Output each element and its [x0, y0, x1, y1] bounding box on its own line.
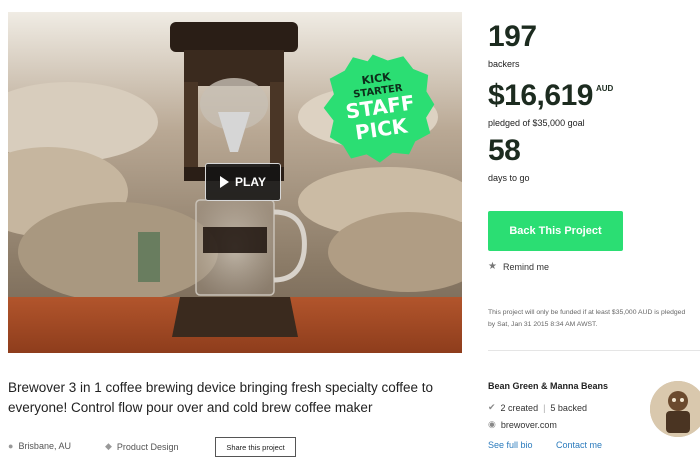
see-full-bio-link[interactable]: See full bio — [488, 440, 533, 450]
stats-separator: | — [543, 402, 546, 413]
check-circle-icon: ✔ — [488, 402, 496, 412]
project-video[interactable]: KICK STARTER STAFF PICK PLAY — [8, 12, 462, 353]
creator-stats: ✔ 2 created | 5 backed — [488, 402, 587, 413]
project-blurb: Brewover 3 in 1 coffee brewing device br… — [8, 380, 433, 415]
location-label: Brisbane, AU — [18, 441, 71, 451]
play-button[interactable]: PLAY — [205, 163, 281, 201]
backers-count: 197 — [488, 20, 537, 53]
globe-icon: ◉ — [488, 419, 496, 429]
back-project-button[interactable]: Back This Project — [488, 211, 623, 251]
creator-backed: 5 backed — [550, 402, 587, 413]
days-count: 58 — [488, 134, 521, 167]
pledged-amount: $16,619 — [488, 79, 593, 112]
remind-label: Remind me — [502, 261, 549, 272]
pledged-label: pledged of $35,000 goal — [488, 118, 585, 128]
days-label: days to go — [488, 173, 530, 183]
creator-created: 2 created — [500, 402, 539, 413]
avatar-image — [650, 381, 700, 437]
divider — [488, 350, 700, 351]
star-icon: ★ — [488, 261, 497, 272]
contact-me-link[interactable]: Contact me — [556, 440, 602, 450]
pledged-amount-wrap: $16,619 AUD — [488, 79, 613, 113]
location-link[interactable]: ● Brisbane, AU — [8, 441, 71, 451]
creator-avatar[interactable] — [650, 381, 700, 437]
funding-note: This project will only be funded if at l… — [488, 309, 686, 328]
creator-name[interactable]: Bean Green & Manna Beans — [488, 381, 608, 391]
play-label: PLAY — [235, 175, 266, 189]
play-icon — [220, 176, 230, 188]
share-project-button[interactable]: Share this project — [215, 437, 296, 457]
remind-me-link[interactable]: ★ Remind me — [488, 261, 549, 272]
creator-website[interactable]: ◉ brewover.com — [488, 419, 557, 430]
category-label: Product Design — [116, 441, 179, 452]
backers-label: backers — [488, 59, 520, 69]
category-link[interactable]: ◆ Product Design — [105, 441, 178, 452]
pledged-currency: AUD — [595, 84, 614, 93]
map-pin-icon: ● — [8, 441, 14, 451]
tag-icon: ◆ — [105, 441, 112, 451]
creator-website-label: brewover.com — [500, 419, 557, 430]
